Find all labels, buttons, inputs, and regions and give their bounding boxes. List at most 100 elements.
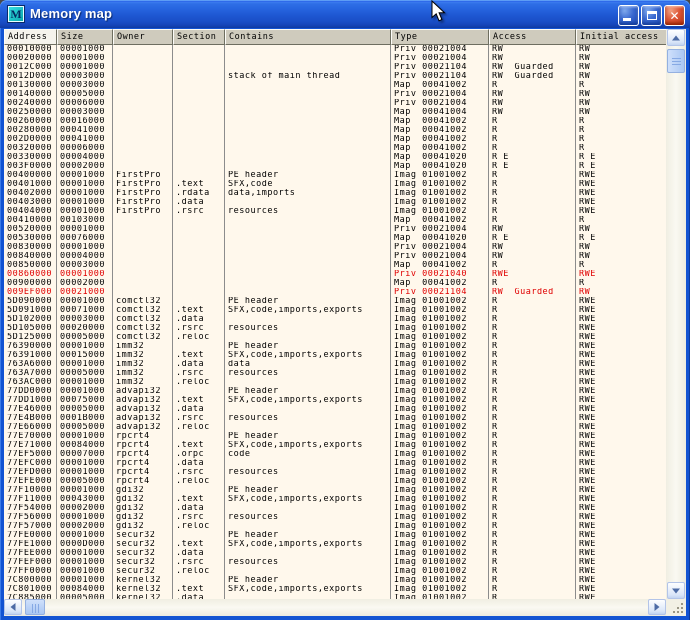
- cell-size: 00015000: [57, 351, 113, 360]
- table-row[interactable]: 77E4600000005000advapi32.dataImag 010010…: [4, 405, 666, 414]
- table-row[interactable]: 0090000000002000Map 00041002RR: [4, 279, 666, 288]
- table-row[interactable]: 77EFE00000005000rpcrt4.relocImag 0100100…: [4, 477, 666, 486]
- column-header-address[interactable]: Address: [4, 29, 57, 45]
- table-row[interactable]: 7C80000000001000kernel32PE headerImag 01…: [4, 576, 666, 585]
- cell-contains: [225, 423, 391, 432]
- arrow-up-icon: [672, 35, 680, 40]
- table-row[interactable]: 77FF000000001000secur32.relocImag 010010…: [4, 567, 666, 576]
- cell-size: 0001B000: [57, 414, 113, 423]
- cell-address: 00840000: [4, 252, 57, 261]
- vertical-scroll-thumb[interactable]: [667, 49, 685, 73]
- table-row[interactable]: 0012C00000001000Priv 00021104RW GuardedR…: [4, 63, 666, 72]
- maximize-button[interactable]: [641, 5, 662, 26]
- table-row[interactable]: 77F1100000043000gdi32.textSFX,code,impor…: [4, 495, 666, 504]
- table-row[interactable]: 0040300000001000FirstPro.dataImag 010010…: [4, 198, 666, 207]
- title-bar[interactable]: M Memory map ✕: [0, 0, 690, 28]
- table-row[interactable]: 0001000000001000Priv 00021004RWRW: [4, 45, 666, 54]
- table-row[interactable]: 0013000000003000Map 00041002RR: [4, 81, 666, 90]
- table-row[interactable]: 003F000000002000Map 00041020R ER E: [4, 162, 666, 171]
- cell-size: 00001000: [57, 576, 113, 585]
- table-row[interactable]: 5D12500000005000comctl32.relocImag 01001…: [4, 333, 666, 342]
- table-row[interactable]: 0041000000103000Map 00041002RR: [4, 216, 666, 225]
- table-row[interactable]: 77F1000000001000gdi32PE headerImag 01001…: [4, 486, 666, 495]
- table-row[interactable]: 77E6600000005000advapi32.relocImag 01001…: [4, 423, 666, 432]
- table-row[interactable]: 0040400000001000FirstPro.rsrcresourcesIm…: [4, 207, 666, 216]
- horizontal-scroll-thumb[interactable]: [25, 599, 45, 615]
- table-row[interactable]: 7639000000001000imm32PE headerImag 01001…: [4, 342, 666, 351]
- scroll-right-button[interactable]: [648, 599, 666, 615]
- table-row[interactable]: 77F5600000001000gdi32.rsrcresourcesImag …: [4, 513, 666, 522]
- cell-contains: [225, 504, 391, 513]
- table-row[interactable]: 0053000000076000Map 00041020R ER E: [4, 234, 666, 243]
- minimize-button[interactable]: [618, 5, 639, 26]
- table-row[interactable]: 763AC00000001000imm32.relocImag 01001002…: [4, 378, 666, 387]
- table-row[interactable]: 0024000000006000Priv 00021004RWRW: [4, 99, 666, 108]
- horizontal-scrollbar[interactable]: [4, 599, 666, 616]
- table-row[interactable]: 77FE10000000D000secur32.textSFX,code,imp…: [4, 540, 666, 549]
- column-header-access[interactable]: Access: [489, 29, 576, 45]
- table-row[interactable]: 0086000000001000Priv 00021040RWERWE: [4, 270, 666, 279]
- cell-address: 00260000: [4, 117, 57, 126]
- table-row[interactable]: 7C80100000084000kernel32.textSFX,code,im…: [4, 585, 666, 594]
- cell-access: R E: [489, 162, 576, 171]
- table-row[interactable]: 763A700000005000imm32.rsrcresourcesImag …: [4, 369, 666, 378]
- cell-address: 7C800000: [4, 576, 57, 585]
- table-row[interactable]: 0085000000003000Map 00041002RR: [4, 261, 666, 270]
- cell-initial-access: RWE: [576, 414, 666, 423]
- table-row[interactable]: 77EF500000007000rpcrt4.orpccodeImag 0100…: [4, 450, 666, 459]
- table-row[interactable]: 77EFC00000001000rpcrt4.dataImag 01001002…: [4, 459, 666, 468]
- table-row[interactable]: 77FEE00000001000secur32.dataImag 0100100…: [4, 549, 666, 558]
- table-row[interactable]: 0012D00000003000stack of main threadPriv…: [4, 72, 666, 81]
- table-row[interactable]: 0084000000004000Priv 00021004RWRW: [4, 252, 666, 261]
- table-row[interactable]: 5D09100000071000comctl32.textSFX,code,im…: [4, 306, 666, 315]
- cell-initial-access: RWE: [576, 477, 666, 486]
- vertical-scrollbar[interactable]: [666, 29, 686, 599]
- table-row[interactable]: 77F5400000002000gdi32.dataImag 01001002R…: [4, 504, 666, 513]
- table-row[interactable]: 0052000000001000Priv 00021004RWRW: [4, 225, 666, 234]
- scroll-up-button[interactable]: [667, 29, 685, 46]
- table-row[interactable]: 002D000000041000Map 00041002RR: [4, 135, 666, 144]
- table-row[interactable]: 763A600000001000imm32.datadataImag 01001…: [4, 360, 666, 369]
- table-row[interactable]: 0014000000005000Priv 00021004RWRW: [4, 90, 666, 99]
- scroll-left-button[interactable]: [4, 599, 22, 615]
- app-icon[interactable]: M: [8, 6, 24, 22]
- table-row[interactable]: 77E7000000001000rpcrt4PE headerImag 0100…: [4, 432, 666, 441]
- table-row[interactable]: 009EF00000021000Priv 00021104RW GuardedR…: [4, 288, 666, 297]
- resize-grip[interactable]: [666, 599, 686, 616]
- table-row[interactable]: 77E7100000084000rpcrt4.textSFX,code,impo…: [4, 441, 666, 450]
- table-row[interactable]: 0083000000001000Priv 00021004RWRW: [4, 243, 666, 252]
- cell-type: Imag 01001002: [391, 531, 489, 540]
- table-row[interactable]: 0040100000001000FirstPro.textSFX,codeIma…: [4, 180, 666, 189]
- table-row[interactable]: 77E4B0000001B000advapi32.rsrcresourcesIm…: [4, 414, 666, 423]
- table-row[interactable]: 0028000000041000Map 00041002RR: [4, 126, 666, 135]
- table-row[interactable]: 0025000000003000Map 00041004RWRW: [4, 108, 666, 117]
- table-row[interactable]: 5D09000000001000comctl32PE headerImag 01…: [4, 297, 666, 306]
- column-header-size[interactable]: Size: [57, 29, 113, 45]
- table-row[interactable]: 0040200000001000FirstPro.rdatadata,impor…: [4, 189, 666, 198]
- table-row[interactable]: 7639100000015000imm32.textSFX,code,impor…: [4, 351, 666, 360]
- table-row[interactable]: 77DD000000001000advapi32PE headerImag 01…: [4, 387, 666, 396]
- table-row[interactable]: 77FE000000001000secur32PE headerImag 010…: [4, 531, 666, 540]
- cell-access: RW: [489, 45, 576, 54]
- scroll-down-button[interactable]: [667, 582, 685, 599]
- table-row[interactable]: 0032000000006000Map 00041002RR: [4, 144, 666, 153]
- table-row[interactable]: 0026000000016000Map 00041002RR: [4, 117, 666, 126]
- table-row[interactable]: 0002000000001000Priv 00021004RWRW: [4, 54, 666, 63]
- table-row[interactable]: 77FEF00000001000secur32.rsrcresourcesIma…: [4, 558, 666, 567]
- cell-size: 0000D000: [57, 540, 113, 549]
- table-row[interactable]: 5D10500000020000comctl32.rsrcresourcesIm…: [4, 324, 666, 333]
- cell-initial-access: RWE: [576, 387, 666, 396]
- column-header-owner[interactable]: Owner: [113, 29, 173, 45]
- table-row[interactable]: 77DD100000075000advapi32.textSFX,code,im…: [4, 396, 666, 405]
- table-row[interactable]: 77F5700000002000gdi32.relocImag 01001002…: [4, 522, 666, 531]
- table-row[interactable]: 77EFD00000001000rpcrt4.rsrcresourcesImag…: [4, 468, 666, 477]
- close-button[interactable]: ✕: [664, 5, 685, 26]
- column-header-initial-access[interactable]: Initial access: [576, 29, 666, 45]
- column-header-contains[interactable]: Contains: [225, 29, 391, 45]
- table-row[interactable]: 0040000000001000FirstProPE headerImag 01…: [4, 171, 666, 180]
- table-row[interactable]: 5D10200000003000comctl32.dataImag 010010…: [4, 315, 666, 324]
- column-header-section[interactable]: Section: [173, 29, 225, 45]
- cell-type: Priv 00021104: [391, 72, 489, 81]
- table-row[interactable]: 0033000000004000Map 00041020R ER E: [4, 153, 666, 162]
- column-header-type[interactable]: Type: [391, 29, 489, 45]
